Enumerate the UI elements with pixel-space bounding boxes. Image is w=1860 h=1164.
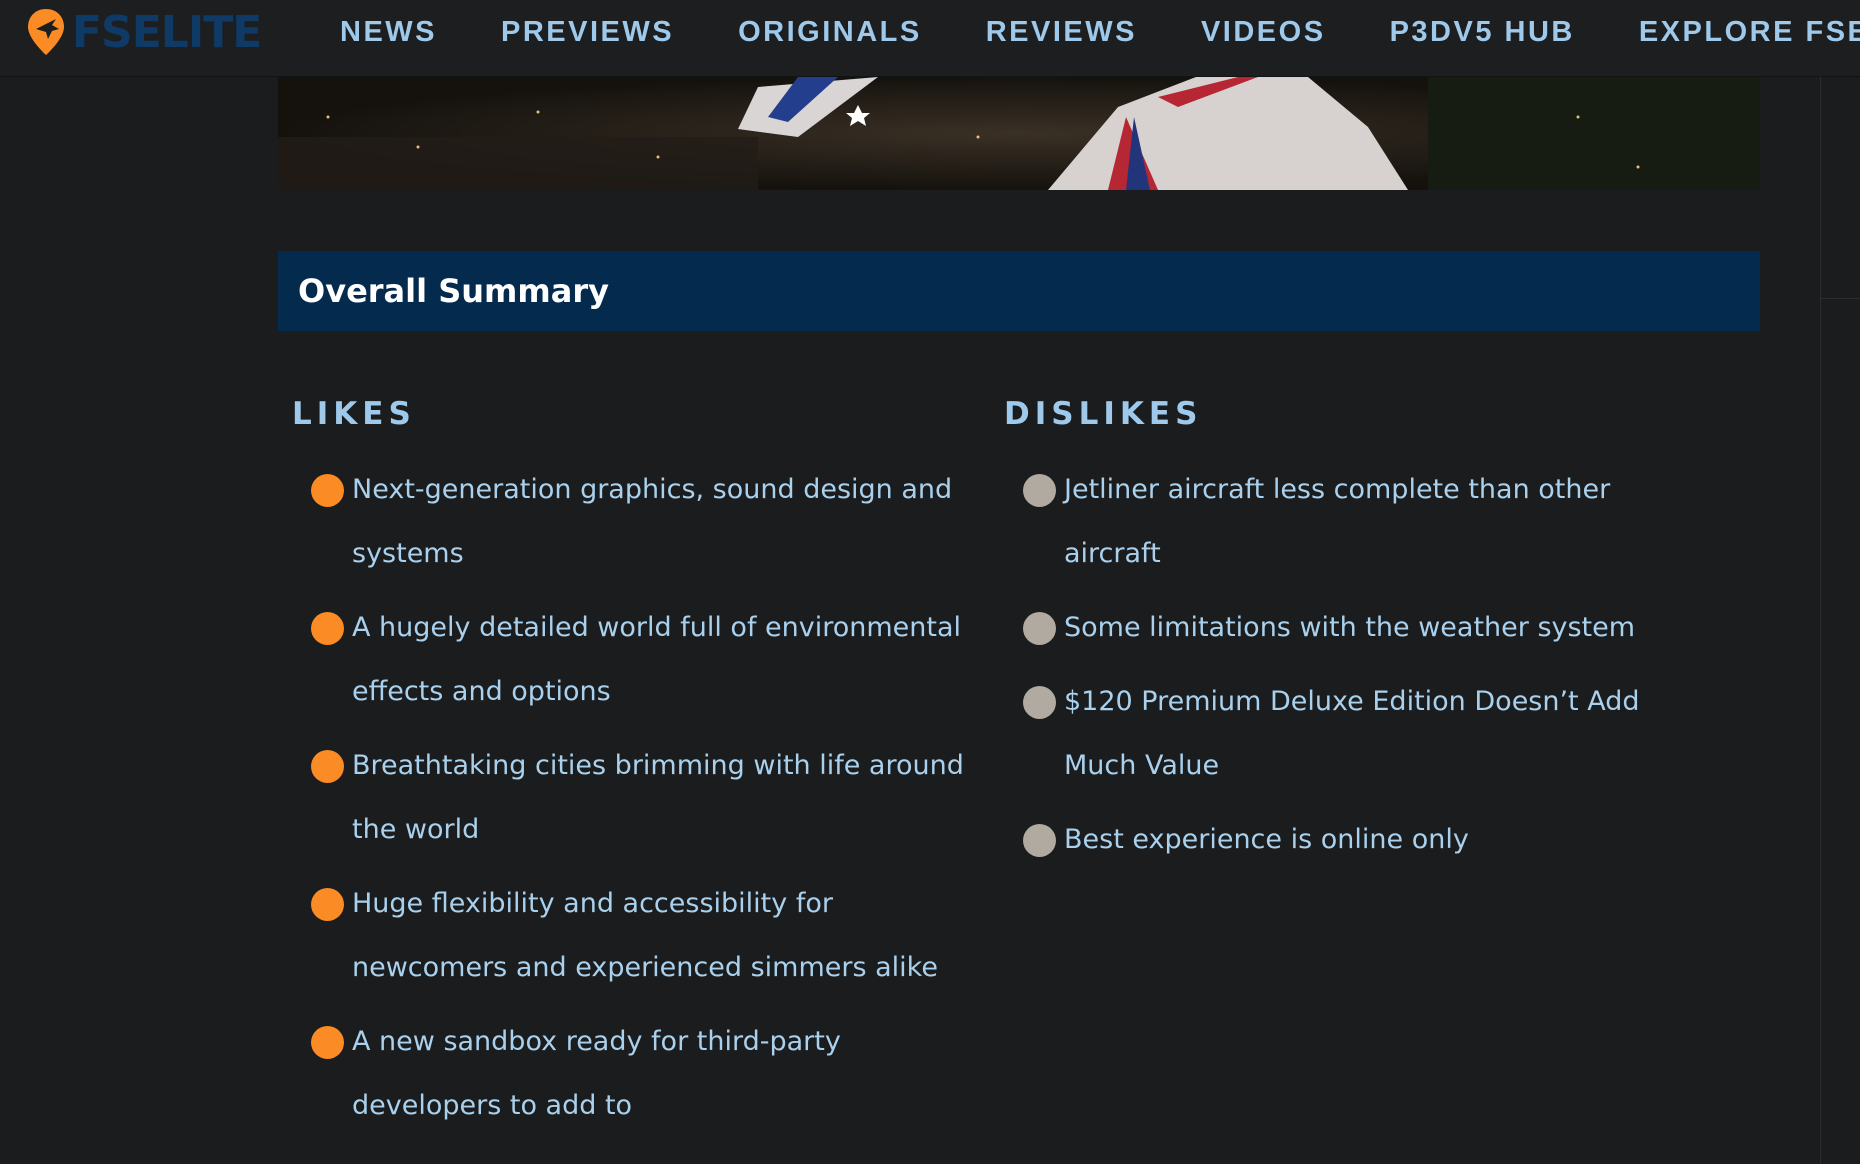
nav-previews[interactable]: PREVIEWS: [501, 16, 674, 49]
plane-pin-icon: [28, 9, 64, 55]
orange-bullet-icon: [311, 750, 344, 783]
nav-explore-fselite[interactable]: EXPLORE FSELITE: [1639, 16, 1860, 49]
overall-summary-bar: Overall Summary: [278, 251, 1760, 331]
likes-heading: LIKES: [292, 396, 416, 432]
list-item: Best experience is online only: [1004, 808, 1684, 872]
orange-bullet-icon: [311, 888, 344, 921]
sidebar-divider: [1820, 77, 1821, 1164]
orange-bullet-icon: [311, 474, 344, 507]
grey-bullet-icon: [1023, 474, 1056, 507]
like-text: Breathtaking cities brimming with life a…: [352, 750, 964, 845]
orange-bullet-icon: [311, 1026, 344, 1059]
like-text: A hugely detailed world full of environm…: [352, 612, 962, 707]
dislike-text: Best experience is online only: [1064, 824, 1469, 855]
likes-list: Next-generation graphics, sound design a…: [292, 458, 972, 1138]
nav-reviews[interactable]: REVIEWS: [986, 16, 1137, 49]
list-item: A hugely detailed world full of environm…: [292, 596, 972, 724]
list-item: $120 Premium Deluxe Edition Doesn’t Add …: [1004, 670, 1684, 798]
dislikes-heading: DISLIKES: [1004, 396, 1203, 432]
orange-bullet-icon: [311, 612, 344, 645]
site-logo[interactable]: FSELITE: [26, 6, 262, 58]
nav-news[interactable]: NEWS: [340, 16, 437, 49]
nav-originals[interactable]: ORIGINALS: [738, 16, 922, 49]
list-item: Some limitations with the weather system: [1004, 596, 1684, 660]
nav-p3dv5-hub[interactable]: P3DV5 HUB: [1390, 16, 1575, 49]
grey-bullet-icon: [1023, 686, 1056, 719]
dislike-text: Some limitations with the weather system: [1064, 612, 1636, 643]
list-item: Huge flexibility and accessibility for n…: [292, 872, 972, 1000]
site-header: FSELITE NEWS PREVIEWS ORIGINALS REVIEWS …: [0, 0, 1860, 77]
like-text: Next-generation graphics, sound design a…: [352, 474, 953, 569]
list-item: A new sandbox ready for third-party deve…: [292, 1010, 972, 1138]
hero-image: [278, 77, 1760, 190]
nav-videos[interactable]: VIDEOS: [1201, 16, 1326, 49]
dislike-text: $120 Premium Deluxe Edition Doesn’t Add …: [1064, 686, 1640, 781]
like-text: A new sandbox ready for third-party deve…: [352, 1026, 841, 1121]
list-item: Jetliner aircraft less complete than oth…: [1004, 458, 1684, 586]
dislike-text: Jetliner aircraft less complete than oth…: [1064, 474, 1611, 569]
summary-title: Overall Summary: [298, 272, 609, 310]
dislikes-column: DISLIKES Jetliner aircraft less complete…: [1004, 396, 1684, 882]
likes-column: LIKES Next-generation graphics, sound de…: [292, 396, 972, 1148]
grey-bullet-icon: [1023, 612, 1056, 645]
grey-bullet-icon: [1023, 824, 1056, 857]
sidebar-divider-tick: [1821, 298, 1860, 299]
list-item: Next-generation graphics, sound design a…: [292, 458, 972, 586]
main-nav: NEWS PREVIEWS ORIGINALS REVIEWS VIDEOS P…: [340, 0, 1860, 64]
logo-text: FSELITE: [72, 6, 262, 58]
list-item: Breathtaking cities brimming with life a…: [292, 734, 972, 862]
dislikes-list: Jetliner aircraft less complete than oth…: [1004, 458, 1684, 872]
like-text: Huge flexibility and accessibility for n…: [352, 888, 938, 983]
